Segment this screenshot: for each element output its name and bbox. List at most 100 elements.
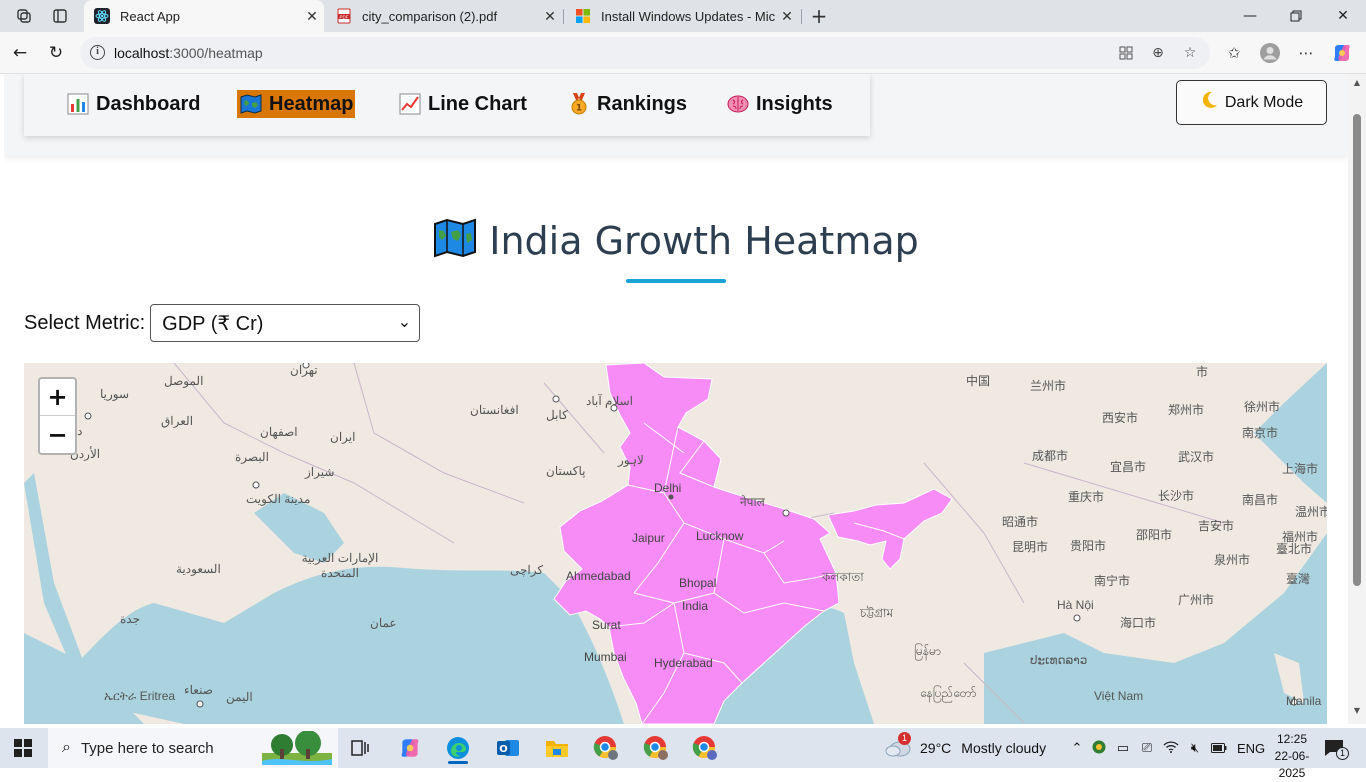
nav-item-heatmap[interactable]: Heatmap <box>237 90 356 118</box>
display-icon[interactable]: ⎚ <box>1135 740 1159 756</box>
refresh-icon[interactable]: ↻ <box>43 40 69 66</box>
map-label: চট্টগ্রাম <box>860 606 894 620</box>
heatmap-map[interactable]: الموصل تهران سوريا افغانستان كابل اسلام … <box>24 363 1327 724</box>
task-view-icon[interactable] <box>340 732 380 764</box>
map-label: لاہور <box>618 453 644 467</box>
taskbar-clock[interactable]: 12:25 22-06-2025 <box>1262 731 1322 782</box>
map-label: تهران <box>290 363 318 377</box>
zoom-icon[interactable]: ⊕ <box>1148 44 1168 62</box>
map-label: الإمارات العربية المتحدة <box>301 551 379 580</box>
system-tray: ⌃ ▭ ⎚ 🔇︎ ENG <box>1067 728 1265 768</box>
windows-start-icon[interactable] <box>14 739 32 757</box>
map-label: Mumbai <box>584 650 627 664</box>
nav-item-rankings[interactable]: 1 Rankings <box>567 90 687 118</box>
tab-windows-updates[interactable]: Install Windows Updates - Micros ✕ <box>565 0 799 32</box>
notification-count-badge: 1 <box>1336 747 1349 760</box>
speaker-muted-icon[interactable]: 🔇︎ <box>1183 740 1207 756</box>
map-label: جدة <box>120 612 141 626</box>
page-content: Dashboard Heatmap Line Chart 1 Rankings … <box>4 74 1348 724</box>
map-label: Manila <box>1286 694 1322 708</box>
map-label: 宜昌市 <box>1110 460 1147 474</box>
browser-tab-bar: React App ✕ PDF city_comparison (2).pdf … <box>0 0 1366 32</box>
language-indicator[interactable]: ENG <box>1237 741 1265 756</box>
chrome-profile-icon[interactable] <box>685 732 725 764</box>
zoom-out-button[interactable]: − <box>40 416 75 453</box>
close-tab-icon[interactable]: ✕ <box>300 8 324 25</box>
map-label: الموصل <box>164 374 204 388</box>
outlook-icon[interactable]: O <box>488 732 528 764</box>
map-label: 广州市 <box>1178 593 1215 607</box>
new-tab-icon[interactable]: + <box>808 4 830 28</box>
map-label: 兰州市 <box>1030 379 1067 393</box>
close-tab-icon[interactable]: ✕ <box>775 8 799 25</box>
nav-item-label: Rankings <box>597 92 688 115</box>
copilot-icon[interactable] <box>1330 41 1354 65</box>
chevron-up-icon[interactable]: ⌃ <box>1067 740 1087 756</box>
chrome-profile-icon[interactable] <box>636 732 676 764</box>
scrollbar-thumb[interactable] <box>1353 114 1361 586</box>
map-label: 邵阳市 <box>1136 528 1173 542</box>
scroll-down-icon[interactable]: ▼ <box>1352 706 1362 715</box>
map-label: কলকাতা <box>822 570 864 584</box>
metric-select[interactable]: GDP (₹ Cr) ⌄ <box>150 304 421 342</box>
page-title: India Growth Heatmap <box>4 216 1348 263</box>
main-navigation: Dashboard Heatmap Line Chart 1 Rankings … <box>24 74 870 136</box>
map-label: India <box>682 599 709 613</box>
tab-separator <box>563 9 564 24</box>
security-icon[interactable] <box>1087 740 1111 757</box>
brain-icon <box>726 92 750 116</box>
workspaces-icon[interactable] <box>13 6 35 26</box>
close-tab-icon[interactable]: ✕ <box>538 8 562 25</box>
map-label: السعودية <box>176 562 221 576</box>
favorites-icon[interactable]: ✩ <box>1222 41 1246 65</box>
battery-icon[interactable] <box>1207 741 1231 756</box>
map-label: سوريا <box>100 387 130 401</box>
map-label: 海口市 <box>1120 616 1157 630</box>
search-placeholder: Type here to search <box>80 739 214 757</box>
taskbar-search-box[interactable]: ⌕ Type here to search <box>48 728 338 768</box>
map-label: شیراز <box>305 465 335 479</box>
map-label: Hyderabad <box>654 656 713 670</box>
wifi-icon[interactable] <box>1159 740 1183 756</box>
tab-react-app[interactable]: React App ✕ <box>84 0 324 32</box>
profile-avatar-icon[interactable] <box>1258 41 1282 65</box>
favorite-star-icon[interactable]: ☆ <box>1180 44 1200 62</box>
map-zoom-control: + − <box>38 377 77 455</box>
notification-icon[interactable]: 1 <box>1324 739 1349 760</box>
weather-widget[interactable]: 1 29°C Mostly cloudy <box>884 728 1046 768</box>
pdf-file-icon: PDF <box>336 8 352 24</box>
metric-selected-value: GDP (₹ Cr) <box>162 313 264 335</box>
page-scrollbar[interactable]: ▲ ▼ <box>1348 74 1366 724</box>
edge-browser-icon[interactable] <box>438 732 478 764</box>
minimize-icon[interactable]: — <box>1227 0 1273 32</box>
nav-item-dashboard[interactable]: Dashboard <box>66 90 200 118</box>
map-label: Hà Nội <box>1057 598 1094 612</box>
map-label: နေပြည်တော် <box>920 686 977 700</box>
close-window-icon[interactable]: ✕ <box>1320 0 1366 32</box>
map-label: 重庆市 <box>1068 490 1105 504</box>
zoom-in-button[interactable]: + <box>40 379 75 416</box>
back-arrow-icon[interactable]: ← <box>7 40 33 66</box>
map-label: 南京市 <box>1242 426 1279 440</box>
dark-mode-button[interactable]: Dark Mode <box>1176 80 1327 125</box>
url-field[interactable]: i localhost:3000/heatmap ⊕ ☆ <box>80 37 1210 69</box>
file-explorer-icon[interactable] <box>537 732 577 764</box>
site-info-icon[interactable]: i <box>90 45 105 60</box>
chrome-profile-icon[interactable] <box>586 732 626 764</box>
vertical-tabs-icon[interactable] <box>49 6 71 26</box>
copilot-taskbar-icon[interactable] <box>390 732 430 764</box>
more-options-icon[interactable]: ⋯ <box>1294 41 1318 65</box>
device-icon[interactable]: ▭ <box>1111 740 1135 756</box>
map-label: Delhi <box>654 481 682 495</box>
dark-mode-label: Dark Mode <box>1224 93 1304 111</box>
scroll-up-icon[interactable]: ▲ <box>1352 78 1362 87</box>
map-label: ايران <box>330 430 356 444</box>
map-label: 徐州市 <box>1244 400 1281 414</box>
nav-item-line-chart[interactable]: Line Chart <box>398 90 527 118</box>
map-label: 温州市 <box>1295 505 1327 519</box>
restore-icon[interactable] <box>1273 0 1319 32</box>
app-available-icon[interactable] <box>1116 44 1136 62</box>
nav-item-insights[interactable]: Insights <box>726 90 833 118</box>
tab-pdf[interactable]: PDF city_comparison (2).pdf ✕ <box>326 0 562 32</box>
map-label: البصرة <box>235 450 269 464</box>
